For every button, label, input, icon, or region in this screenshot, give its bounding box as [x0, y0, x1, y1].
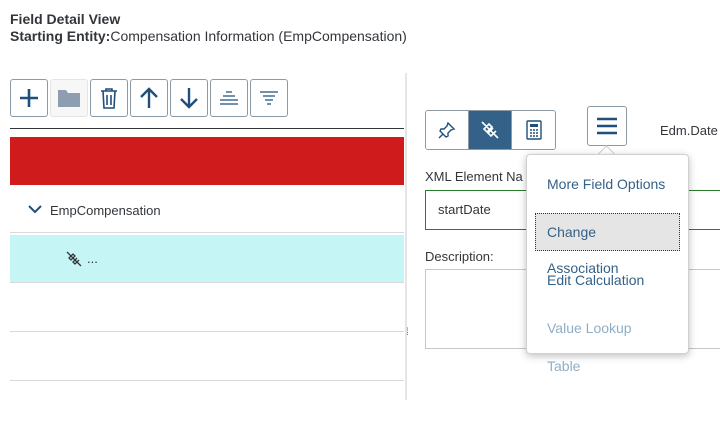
align-center-icon [220, 91, 238, 105]
folder-button[interactable] [50, 79, 88, 117]
unlink-icon [66, 251, 82, 267]
pane-splitter[interactable] [405, 73, 407, 400]
tree-child-label: ... [87, 251, 98, 266]
field-options-menu-button[interactable] [587, 106, 627, 146]
unlink-icon [481, 121, 499, 139]
edm-type-label: Edm.Date [660, 123, 718, 138]
delete-button[interactable] [90, 79, 128, 117]
field-options-popover: More Field Options Change Association Ed… [526, 154, 689, 374]
menu-item-more-field-options[interactable]: More Field Options [535, 165, 680, 203]
starting-entity-value: Compensation Information (EmpCompensatio… [110, 28, 407, 44]
hamburger-icon [597, 117, 617, 135]
page-title: Field Detail View [10, 11, 121, 27]
association-button[interactable] [469, 111, 512, 149]
menu-item-value-lookup-table[interactable]: Value Lookup Table [535, 309, 680, 374]
pin-icon [438, 121, 456, 139]
starting-entity-label: Starting Entity: [10, 28, 111, 44]
plus-icon [20, 89, 38, 107]
filter-button[interactable] [250, 79, 288, 117]
calculation-button[interactable] [512, 111, 555, 149]
arrow-down-icon [180, 88, 198, 109]
folder-icon [58, 90, 80, 107]
filter-icon [260, 91, 278, 105]
align-center-button[interactable] [210, 79, 248, 117]
starting-entity: Starting Entity:Compensation Information… [10, 28, 407, 44]
table-row[interactable] [10, 333, 404, 381]
calculator-icon [525, 120, 542, 140]
add-button[interactable] [10, 79, 48, 117]
toolbar-divider [10, 128, 404, 129]
table-row[interactable] [10, 284, 404, 332]
move-down-button[interactable] [170, 79, 208, 117]
menu-item-change-association[interactable]: Change Association [535, 213, 680, 276]
move-up-button[interactable] [130, 79, 168, 117]
tree-child-row[interactable]: ... [10, 235, 404, 283]
tree-node-empcompensation[interactable]: EmpCompensation [10, 185, 404, 233]
chevron-down-icon[interactable] [28, 205, 42, 214]
splitter-grip-icon[interactable]: ⁞ [406, 328, 409, 338]
menu-item-edit-calculation[interactable]: Edit Calculation [535, 261, 680, 299]
field-mode-segmented-control[interactable] [425, 110, 556, 150]
trash-icon [101, 88, 117, 109]
description-label: Description: [425, 249, 494, 264]
tree-node-label: EmpCompensation [50, 203, 161, 218]
xml-element-name-label: XML Element Na [425, 169, 523, 184]
arrow-up-icon [140, 87, 158, 108]
error-row[interactable] [10, 137, 404, 185]
pin-button[interactable] [426, 111, 469, 149]
table-row[interactable] [10, 382, 404, 430]
